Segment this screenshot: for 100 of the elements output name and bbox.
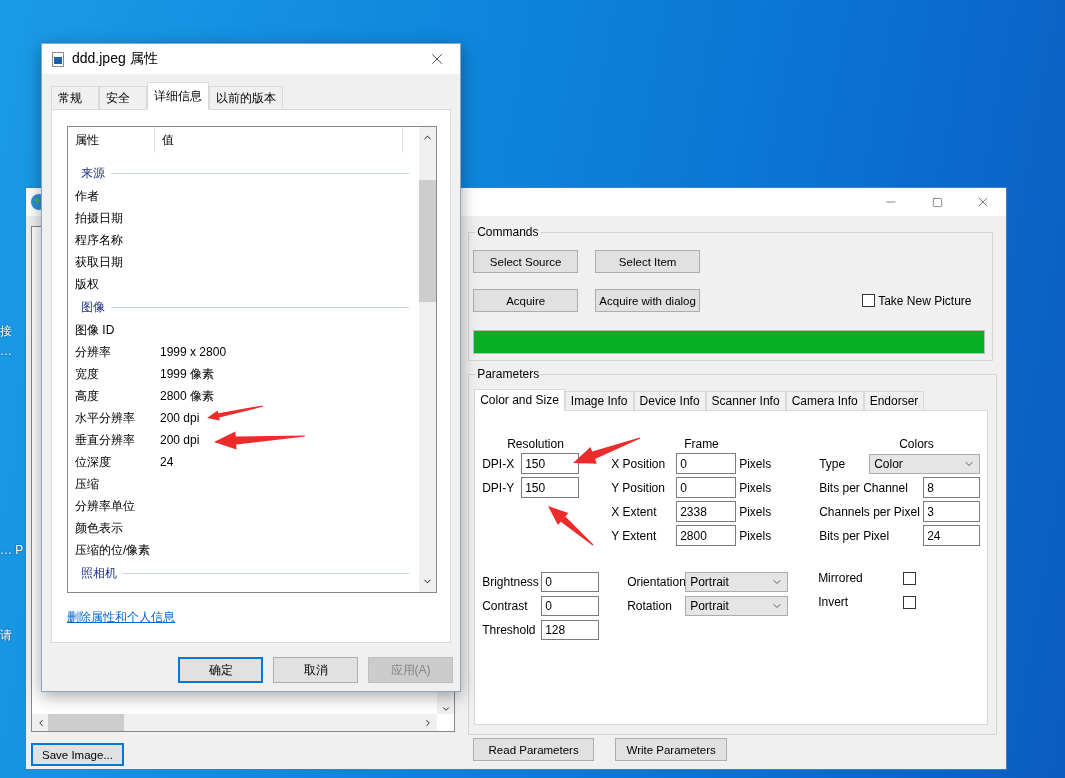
select-item-button[interactable]: Select Item [595,250,701,273]
chevron-left-icon [36,717,46,728]
unit-label: Pixels [739,480,772,495]
tab[interactable]: Device Info [633,391,706,411]
field-label: Y Position [611,480,666,495]
checkbox[interactable] [862,294,876,307]
dialog-title: ddd.jpeg 属性 [72,50,159,68]
image-file-icon [52,51,64,67]
maximize-icon [931,196,943,208]
field-label: Type [819,456,847,471]
column-header[interactable]: 属性 [68,127,155,153]
dialog-button[interactable]: 确定 [178,657,263,683]
tab[interactable]: Endorser [863,391,925,411]
property-name: 图像 ID [74,321,116,339]
property-name: 程序名称 [74,231,124,249]
field-label: Bits per Pixel [819,528,891,543]
section-heading: Frame [683,437,720,450]
property-name: 压缩 [74,475,100,493]
select-source-button[interactable]: Select Source [473,250,579,273]
field-label: Orientation [627,575,686,589]
unit-label: Pixels [739,528,772,543]
input-field[interactable]: 0 [676,477,737,498]
property-name: 压缩的位/像素 [74,541,152,559]
property-name: 颜色表示 [74,519,124,537]
scrollbar-thumb[interactable] [419,180,436,302]
input-field[interactable]: 24 [923,525,981,546]
property-name: 作者 [74,187,100,205]
tab[interactable]: Color and Size [474,389,565,411]
group-title: Parameters [476,367,541,381]
property-name: 位深度 [74,453,112,471]
checkbox[interactable] [903,595,917,609]
group-header: 照相机 [81,564,117,582]
property-name: 垂直分辨率 [74,431,136,449]
property-value: 200 dpi [160,411,200,425]
input-field[interactable]: 2338 [676,501,737,522]
section-heading: Colors [898,437,935,450]
input-field[interactable]: 150 [521,453,580,474]
property-value: 1999 x 2800 [160,345,227,359]
tab[interactable]: 以前的版本 [209,86,283,110]
property-name: 拍摄日期 [74,209,124,227]
save-image-button[interactable]: Save Image... [31,743,124,766]
field-label: DPI-Y [482,480,516,495]
group-title: Commands [476,225,540,239]
field-label: Rotation [627,599,673,613]
input-field[interactable]: 2800 [676,525,737,546]
input-field[interactable]: 150 [521,477,580,498]
tab[interactable]: 常规 [51,86,99,110]
input-field[interactable]: 128 [541,620,600,640]
checkbox-label: Invert [818,595,850,609]
field-label: X Extent [611,504,658,519]
vertical-scrollbar[interactable] [419,127,436,592]
scrollbar-thumb[interactable] [48,714,124,731]
unit-label: Pixels [739,456,772,471]
group-header: 图像 [81,298,105,316]
property-name: 分辨率 [74,343,112,361]
input-field[interactable]: 3 [923,501,981,522]
property-value: 2800 像素 [160,387,215,405]
property-name: 版权 [74,275,100,293]
input-field[interactable]: 8 [923,477,981,498]
unit-label: Pixels [739,504,772,519]
tab[interactable]: 详细信息 [147,82,209,110]
property-name: 分辨率单位 [74,497,136,515]
acquire-with-dialog-button[interactable]: Acquire with dialog [595,289,701,312]
field-label: Contrast [482,599,529,613]
section-heading: Resolution [506,437,565,450]
property-name: 获取日期 [74,253,124,271]
acquire-button[interactable]: Acquire [473,289,579,312]
tab[interactable]: Scanner Info [705,391,786,411]
field-label: Brightness [482,575,540,589]
tab[interactable]: Image Info [564,391,634,411]
field-label: Channels per Pixel [819,504,921,519]
horizontal-scrollbar[interactable] [32,714,438,731]
checkbox-label: Take New Picture [878,293,972,308]
property-value: 1999 像素 [160,365,215,383]
arrow [207,405,264,421]
field-label: DPI-X [482,456,516,471]
field-label: Threshold [482,623,537,637]
input-field[interactable]: 0 [676,453,737,474]
field-label: Bits per Channel [819,480,909,495]
field-label: X Position [611,456,667,471]
dropdown[interactable]: Color [869,453,981,474]
remove-properties-link[interactable]: 删除属性和个人信息 [67,609,175,626]
property-value: 200 dpi [160,433,200,447]
checkbox-label: Mirrored [818,571,864,585]
tab[interactable]: 安全 [99,86,147,110]
dropdown[interactable]: Portrait [685,572,789,592]
dropdown[interactable]: Portrait [685,596,789,616]
dialog-button[interactable]: 取消 [273,657,358,683]
arrow [548,506,594,546]
checkbox[interactable] [903,571,917,585]
group-header: 来源 [81,164,105,182]
property-value: 24 [160,455,174,469]
column-header[interactable]: 值 [155,127,403,153]
chevron-down-icon [440,704,451,714]
tab[interactable]: Camera Info [785,391,864,411]
parameters-button[interactable]: Write Parameters [615,738,728,761]
parameters-button[interactable]: Read Parameters [473,738,595,761]
field-label: Y Extent [611,528,658,543]
input-field[interactable]: 0 [541,572,600,592]
input-field[interactable]: 0 [541,596,600,616]
